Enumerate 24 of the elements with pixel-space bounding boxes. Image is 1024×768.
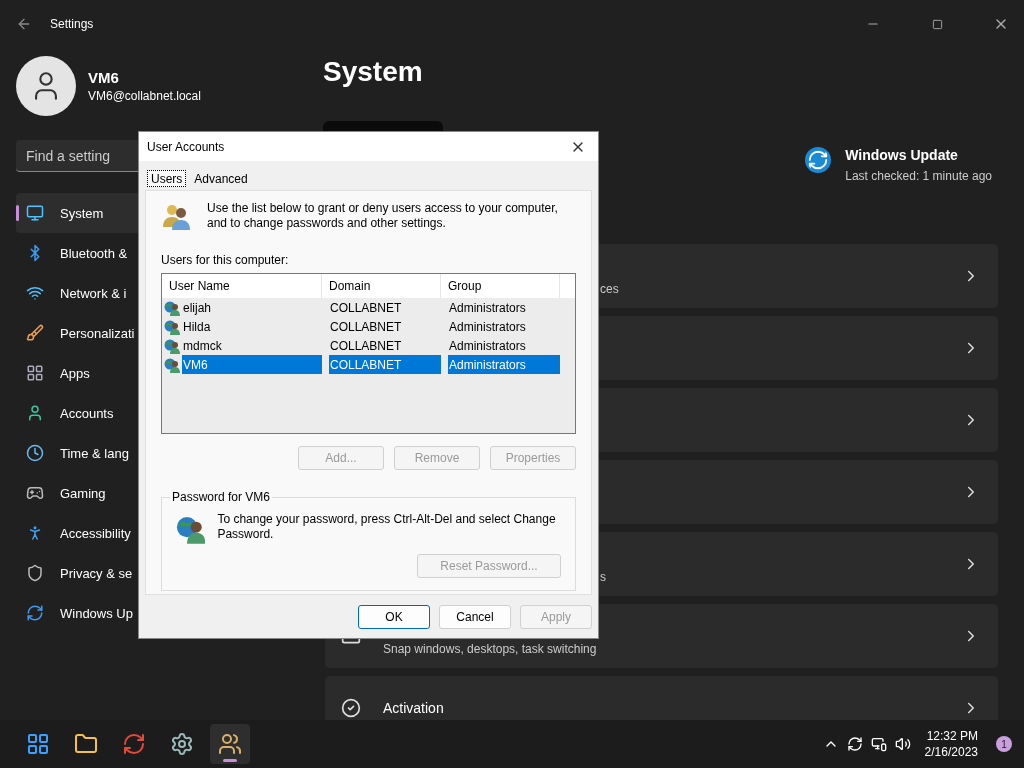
table-cell: VM6 <box>182 355 322 374</box>
card-title: Activation <box>383 700 445 716</box>
table-cell-text: Administrators <box>448 337 527 355</box>
profile-email: VM6@collabnet.local <box>88 89 201 103</box>
group-legend: Password for VM6 <box>170 490 273 504</box>
table-cell: COLLABNET <box>329 355 441 374</box>
table-cell-text: mdmck <box>182 337 223 355</box>
table-cell-text: elijah <box>182 299 213 317</box>
update-title: Windows Update <box>845 147 959 163</box>
dialog-title: User Accounts <box>147 139 226 154</box>
update-status: Last checked: 1 minute ago <box>845 169 992 183</box>
card-subtitle: ces <box>600 281 620 296</box>
table-cell-text: COLLABNET <box>329 337 403 355</box>
intro-text: Use the list below to grant or deny users access to your computer, and to change passwords and other settings. <box>207 201 559 231</box>
table-cell-text: COLLABNET <box>329 318 403 336</box>
page-heading: System <box>323 56 424 88</box>
card-subtitle: Snap windows, desktops, task switching <box>383 641 598 656</box>
table-cell-text: Administrators <box>448 318 527 336</box>
card-subtitle: s <box>600 569 607 584</box>
window-title: Settings <box>50 17 95 31</box>
profile-name: VM6 <box>88 69 120 86</box>
table-cell-text: Hilda <box>182 318 212 336</box>
list-label: Users for this computer: <box>161 253 290 267</box>
table-cell: Administrators <box>448 355 560 374</box>
